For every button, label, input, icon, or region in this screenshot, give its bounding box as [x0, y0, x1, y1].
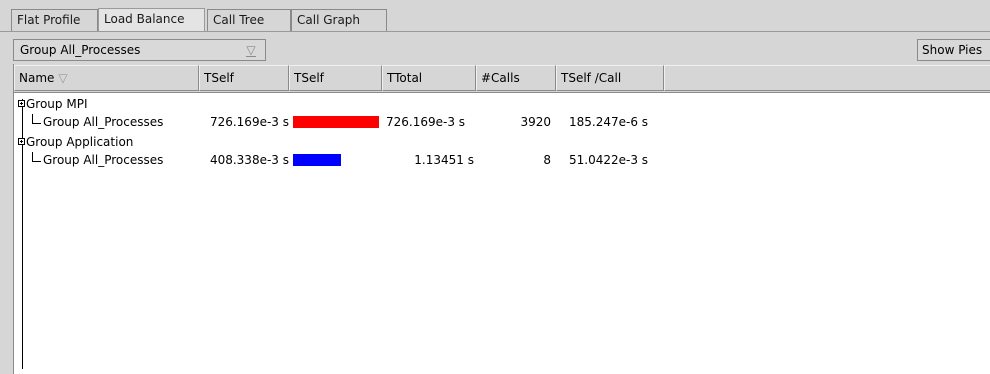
tree-elbow-icon: [32, 114, 41, 124]
row-ttotal: 1.13451 s: [414, 153, 474, 167]
table-body: Group MPI Group All_Processes 726.169e-3…: [14, 93, 990, 374]
tab-bar: Flat Profile Load Balance Call Tree Call…: [0, 0, 990, 35]
tree-elbow-icon: [32, 152, 41, 162]
column-header-tself-bar[interactable]: TSelf: [289, 65, 382, 91]
column-header-ttotal[interactable]: TTotal: [382, 65, 476, 91]
column-header-calls[interactable]: #Calls: [476, 65, 556, 91]
group-select-value: Group All_Processes: [20, 43, 141, 57]
column-header-label: Name: [19, 71, 55, 85]
show-pies-button[interactable]: Show Pies: [917, 39, 990, 61]
tab-call-tree[interactable]: Call Tree: [207, 9, 291, 31]
table-row[interactable]: Group MPI: [14, 96, 990, 112]
table-row[interactable]: Group Application: [14, 134, 990, 150]
tab-divider: [0, 31, 990, 32]
row-tself: 408.338e-3 s: [209, 153, 289, 167]
row-name: Group All_Processes: [43, 115, 164, 129]
row-ttotal: 726.169e-3 s: [386, 115, 466, 129]
row-tself: 726.169e-3 s: [209, 115, 289, 129]
table-row[interactable]: Group All_Processes 408.338e-3 s 1.13451…: [14, 152, 990, 168]
tself-bar: [293, 154, 341, 166]
group-select[interactable]: Group All_Processes ▽: [13, 39, 266, 61]
row-calls: 3920: [520, 115, 551, 129]
tab-call-graph[interactable]: Call Graph: [291, 9, 387, 31]
row-calls: 8: [543, 153, 551, 167]
table-header: Name ▽ TSelf TSelf TTotal #Calls TSelf /C…: [14, 64, 990, 93]
tab-load-balance[interactable]: Load Balance: [98, 8, 205, 32]
chevron-down-icon[interactable]: ▽: [245, 43, 257, 57]
row-name: Group All_Processes: [43, 153, 164, 167]
tab-flat-profile[interactable]: Flat Profile: [11, 9, 98, 31]
row-tself-per-call: 51.0422e-3 s: [569, 153, 649, 167]
column-header-filler: [664, 65, 990, 91]
load-balance-table: Name ▽ TSelf TSelf TTotal #Calls TSelf /C…: [13, 64, 990, 374]
table-row[interactable]: Group All_Processes 726.169e-3 s 726.169…: [14, 114, 990, 130]
sort-desc-icon: ▽: [58, 71, 68, 85]
column-header-tself-per-call[interactable]: TSelf /Call: [556, 65, 664, 91]
tself-bar: [293, 116, 379, 128]
expand-collapse-icon[interactable]: [18, 100, 25, 107]
row-name: Group Application: [26, 135, 134, 149]
column-header-tself[interactable]: TSelf: [199, 65, 289, 91]
column-header-name[interactable]: Name ▽: [14, 65, 199, 91]
expand-collapse-icon[interactable]: [18, 138, 25, 145]
row-name: Group MPI: [26, 97, 88, 111]
row-tself-per-call: 185.247e-6 s: [569, 115, 649, 129]
